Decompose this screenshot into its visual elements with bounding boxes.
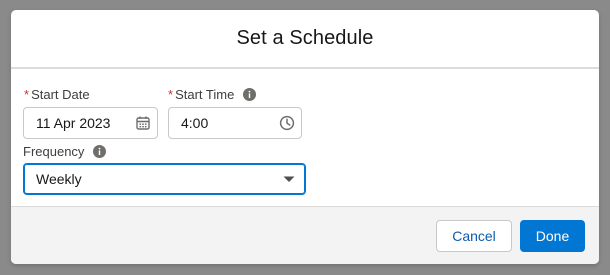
modal-title: Set a Schedule (236, 27, 374, 49)
clock-icon[interactable] (279, 115, 295, 131)
frequency-label: Frequency (23, 144, 107, 159)
modal-header: Set a Schedule (11, 10, 599, 69)
info-icon[interactable] (93, 145, 107, 158)
calendar-icon[interactable] (135, 115, 151, 131)
start-time-field[interactable]: 4:00 (168, 107, 302, 139)
start-time-value: 4:00 (181, 115, 209, 131)
required-marker: * (24, 87, 30, 102)
required-marker: * (168, 87, 174, 102)
frequency-value: Weekly (36, 171, 82, 187)
start-time-label-text: Start Time (175, 87, 235, 102)
frequency-select[interactable]: Weekly (23, 163, 306, 195)
frequency-label-text: Frequency (23, 144, 85, 159)
done-button[interactable]: Done (520, 220, 585, 252)
start-date-label-text: Start Date (31, 87, 90, 102)
chevron-down-icon[interactable] (281, 171, 297, 187)
start-date-label: * Start Date (24, 87, 90, 102)
cancel-button[interactable]: Cancel (436, 220, 512, 252)
start-time-label: * Start Time (168, 87, 257, 102)
modal-footer: Cancel Done (11, 206, 599, 264)
info-icon[interactable] (243, 88, 257, 101)
start-date-value: 11 Apr 2023 (36, 115, 111, 131)
schedule-modal: Set a Schedule * Start Date 11 Apr 2023 (11, 10, 599, 264)
modal-body: * Start Date 11 Apr 2023 * Start Time 4:… (11, 69, 599, 205)
start-date-field[interactable]: 11 Apr 2023 (23, 107, 158, 139)
